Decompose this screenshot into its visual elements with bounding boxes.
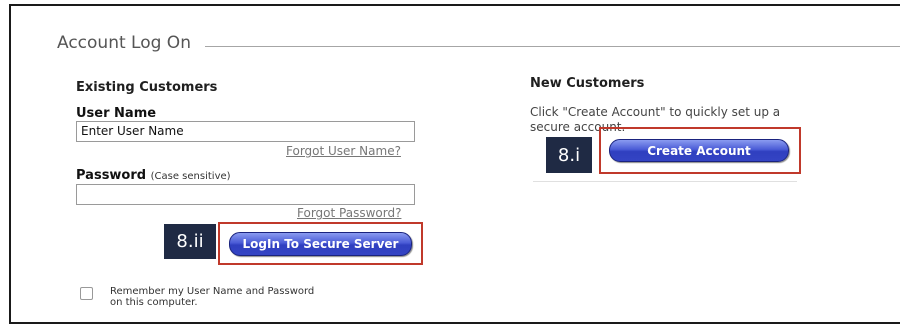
- callout-badge-create: 8.i: [546, 137, 592, 173]
- existing-customers-heading: Existing Customers: [76, 80, 218, 95]
- remember-me-checkbox[interactable]: [80, 287, 93, 300]
- password-hint: (Case sensitive): [150, 171, 231, 182]
- password-input[interactable]: [76, 184, 415, 205]
- forgot-username-link[interactable]: Forgot User Name?: [286, 144, 401, 158]
- create-account-button[interactable]: Create Account: [609, 139, 789, 162]
- remember-me-label: Remember my User Name and Password on th…: [110, 286, 314, 308]
- password-label-group: Password (Case sensitive): [76, 168, 231, 183]
- remember-me-line1: Remember my User Name and Password: [110, 286, 315, 297]
- new-customers-heading: New Customers: [530, 76, 645, 91]
- callout-badge-login: 8.ii: [164, 224, 216, 259]
- remember-me-line2: on this computer.: [110, 297, 198, 308]
- username-input[interactable]: Enter User Name: [76, 121, 415, 142]
- section-title: Account Log On: [57, 33, 191, 53]
- section-divider: [205, 46, 900, 47]
- password-label: Password: [76, 168, 147, 183]
- new-customers-desc-line1: Click "Create Account" to quickly set up…: [530, 105, 781, 119]
- username-label: User Name: [76, 106, 157, 121]
- login-button[interactable]: LogIn To Secure Server: [229, 232, 412, 256]
- new-customers-divider: [533, 181, 797, 182]
- forgot-password-link[interactable]: Forgot Password?: [297, 206, 401, 220]
